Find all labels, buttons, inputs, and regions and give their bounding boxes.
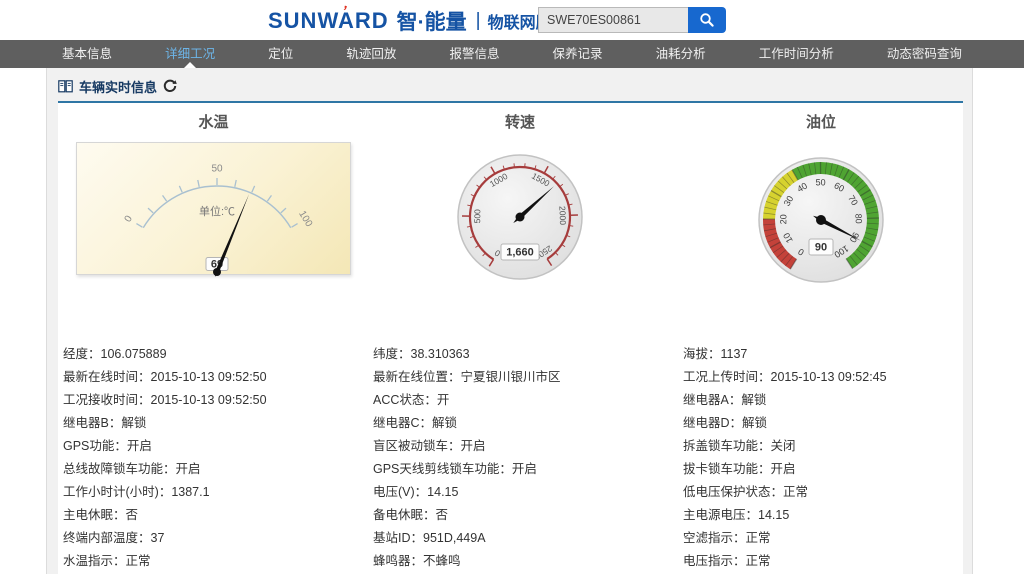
svg-text:50: 50 [816,177,826,187]
info-row: 水温指示：正常 [63,550,363,573]
section-title: 车辆实时信息 [79,77,157,96]
refresh-icon[interactable] [163,79,177,93]
svg-text:500: 500 [472,209,482,224]
book-icon [58,80,73,93]
info-row: GPS天线剪线锁车功能：开启 [373,458,673,481]
info-row: 低电压保护状态：正常 [683,481,983,504]
realtime-info-card: 水温 转速 油位 050100单位:℃69 050010001500200025… [58,101,963,574]
info-row: 继电器D：解锁 [683,412,983,435]
info-row: 主电休眠：否 [63,504,363,527]
info-row: 纬度：38.310363 [373,343,673,366]
svg-text:100: 100 [296,209,314,229]
info-row: 盲区被动锁车：开启 [373,435,673,458]
info-row: 拔卡锁车功能：开启 [683,458,983,481]
info-row: 备电休眠：否 [373,504,673,527]
nav-tab-0[interactable]: 基本信息 [62,40,112,68]
logo-divider: | [476,10,481,32]
gauge-title-rpm: 转速 [447,111,593,132]
info-row: 总线故障锁车功能：开启 [63,458,363,481]
info-column-2: 纬度：38.310363最新在线位置：宁夏银川银川市区ACC状态：开继电器C：解… [373,343,673,573]
water-temp-gauge-panel: 050100单位:℃69 [76,142,351,275]
svg-text:80: 80 [853,214,863,224]
nav-tab-7[interactable]: 工作时间分析 [759,40,834,68]
info-row: 蜂鸣器：不蜂鸣 [373,550,673,573]
info-row: 最新在线位置：宁夏银川银川市区 [373,366,673,389]
info-row: 工况上传时间：2015-10-13 09:52:45 [683,366,983,389]
search-icon [699,12,715,28]
svg-text:0: 0 [123,213,136,224]
fuel-gauge: 010203040506070809010090 [748,150,894,302]
info-row: 继电器B：解锁 [63,412,363,435]
section-header: 车辆实时信息 [58,76,177,96]
page-container: 车辆实时信息 水温 转速 油位 050100单位:℃69 05001000150… [46,68,973,574]
search-bar [538,7,726,33]
info-row: 工况接收时间：2015-10-13 09:52:50 [63,389,363,412]
info-row: 电压指示：正常 [683,550,983,573]
info-row: GPS功能：开启 [63,435,363,458]
nav-tab-3[interactable]: 轨迹回放 [346,40,396,68]
rpm-gauge: 050010001500200025001,660 [447,147,593,299]
top-header: SUNWARD ’ 智·能量 | 物联网服务平台 [0,0,1024,40]
search-input[interactable] [538,7,688,33]
nav-tab-5[interactable]: 保养记录 [553,40,603,68]
nav-tab-2[interactable]: 定位 [268,40,293,68]
svg-text:1,660: 1,660 [506,246,534,258]
info-row: 工作小时计(小时)：1387.1 [63,481,363,504]
info-row: 海拔：1137 [683,343,983,366]
info-row: 终端内部温度：37 [63,527,363,550]
info-row: 主电源电压：14.15 [683,504,983,527]
nav-tab-4[interactable]: 报警信息 [449,40,499,68]
svg-text:2000: 2000 [557,206,568,226]
logo-sunward-text: SUNWARD [268,8,389,34]
main-nav: 基本信息 详细工况 定位 轨迹回放 报警信息 保养记录 油耗分析 工作时间分析 动态密码查询 [0,40,1024,68]
nav-tab-1[interactable]: 详细工况 [165,40,215,68]
info-row: ACC状态：开 [373,389,673,412]
svg-text:50: 50 [211,164,223,175]
svg-text:20: 20 [778,214,788,224]
info-column-1: 经度：106.075889最新在线时间：2015-10-13 09:52:50工… [63,343,363,573]
gauge-title-fuel: 油位 [748,111,894,132]
info-row: 拆盖锁车功能：关闭 [683,435,983,458]
info-row: 经度：106.075889 [63,343,363,366]
info-row: 基站ID：951D,449A [373,527,673,550]
svg-text:90: 90 [815,241,827,253]
info-row: 空滤指示：正常 [683,527,983,550]
info-row: 最新在线时间：2015-10-13 09:52:50 [63,366,363,389]
info-row: 继电器C：解锁 [373,412,673,435]
water-temp-gauge: 050100单位:℃69 [77,143,352,276]
info-row: 电压(V)：14.15 [373,481,673,504]
svg-text:单位:℃: 单位:℃ [199,204,235,218]
search-button[interactable] [688,7,726,33]
logo-brand-text: 智·能量 [397,6,467,36]
nav-tab-6[interactable]: 油耗分析 [656,40,706,68]
gauge-title-water-temp: 水温 [76,111,351,132]
nav-tab-8[interactable]: 动态密码查询 [887,40,962,68]
info-row: 继电器A：解锁 [683,389,983,412]
info-column-3: 海拔：1137工况上传时间：2015-10-13 09:52:45继电器A：解锁… [683,343,983,573]
